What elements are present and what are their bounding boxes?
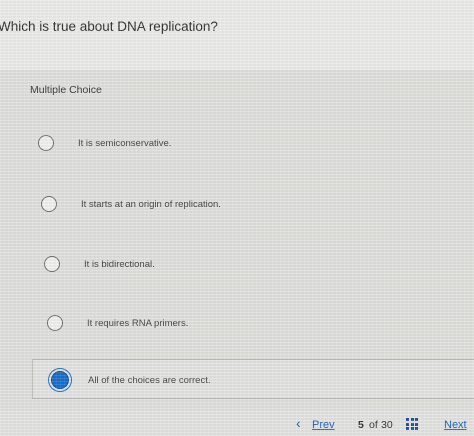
radio-button[interactable]: [38, 135, 54, 151]
prev-button[interactable]: Prev: [312, 419, 335, 431]
next-button[interactable]: Next: [444, 419, 467, 431]
total-pages: 30: [381, 419, 393, 431]
radio-button-selected[interactable]: [51, 371, 69, 389]
choice-label: It is bidirectional.: [84, 258, 155, 270]
choice-label: It is semiconservative.: [78, 137, 172, 149]
grid-icon[interactable]: [406, 418, 418, 430]
choice-option-1[interactable]: It is semiconservative.: [38, 135, 171, 151]
choice-option-3[interactable]: It is bidirectional.: [44, 256, 155, 272]
chevron-left-icon[interactable]: ‹: [296, 416, 301, 430]
radio-button[interactable]: [41, 196, 57, 212]
pagination-footer: [0, 410, 474, 436]
answer-type-label: Multiple Choice: [30, 84, 102, 96]
of-label: of: [369, 419, 378, 431]
choice-label: All of the choices are correct.: [88, 374, 211, 386]
radio-button[interactable]: [47, 315, 63, 331]
choice-option-5[interactable]: All of the choices are correct.: [51, 371, 211, 389]
choice-label: It starts at an origin of replication.: [81, 198, 221, 210]
question-header: [0, 0, 474, 70]
choice-option-4[interactable]: It requires RNA primers.: [47, 315, 188, 331]
question-text: Which is true about DNA replication?: [0, 19, 218, 34]
choice-option-2[interactable]: It starts at an origin of replication.: [41, 196, 221, 212]
radio-button[interactable]: [44, 256, 60, 272]
current-page: 5: [358, 419, 364, 431]
choice-label: It requires RNA primers.: [87, 317, 189, 329]
